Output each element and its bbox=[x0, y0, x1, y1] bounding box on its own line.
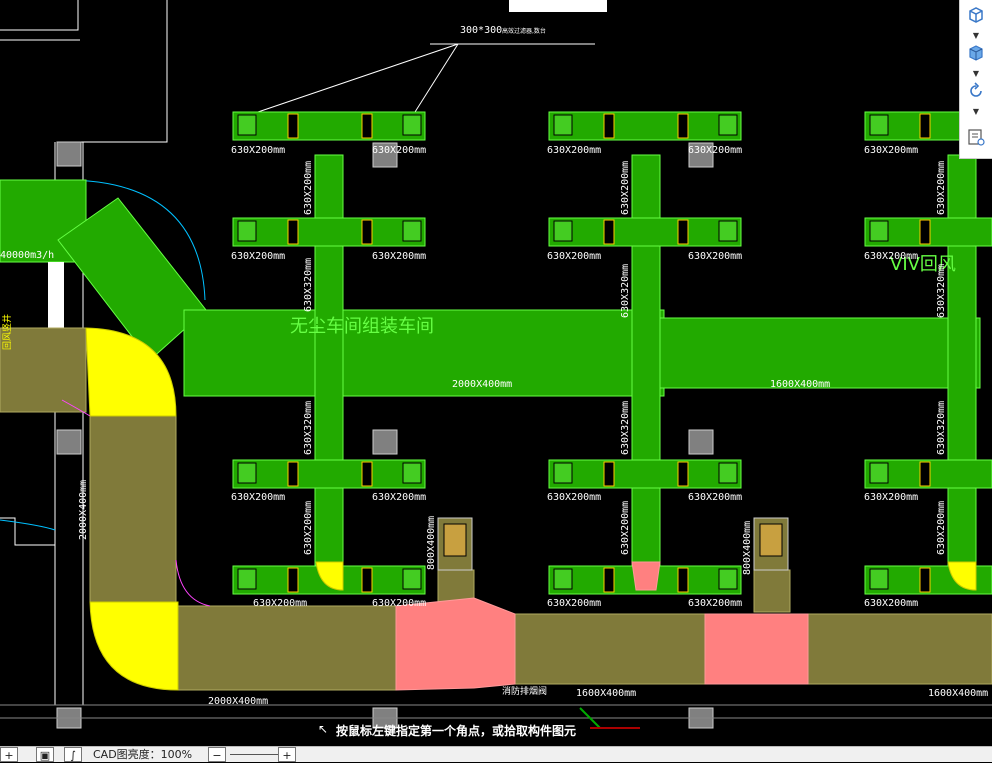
svg-text:630X200mm: 630X200mm bbox=[372, 251, 426, 262]
svg-text:630X320mm: 630X320mm bbox=[936, 401, 947, 455]
svg-text:630X200mm: 630X200mm bbox=[547, 598, 601, 609]
main-supply-duct-right[interactable] bbox=[659, 317, 981, 389]
properties-icon[interactable] bbox=[964, 126, 988, 148]
return-duct-size-right: 1600X400mm bbox=[928, 688, 988, 699]
draw-icon[interactable]: ∫ bbox=[64, 747, 82, 762]
room-label: 无尘车间组装车间 bbox=[290, 316, 434, 337]
svg-text:630X320mm: 630X320mm bbox=[936, 264, 947, 318]
svg-text:630X200mm: 630X200mm bbox=[372, 145, 426, 156]
svg-text:800X400mm: 800X400mm bbox=[742, 521, 753, 575]
svg-text:630X320mm: 630X320mm bbox=[620, 401, 631, 455]
status-bar: + ▣ ∫ CAD图亮度：100% − + bbox=[0, 746, 992, 762]
svg-text:630X200mm: 630X200mm bbox=[864, 492, 918, 503]
svg-text:630X200mm: 630X200mm bbox=[303, 501, 314, 555]
chevron-down-icon[interactable]: ▼ bbox=[972, 108, 980, 116]
flow-label: 40000m3/h bbox=[0, 250, 54, 261]
svg-text:630X200mm: 630X200mm bbox=[864, 145, 918, 156]
view-cube-icon[interactable] bbox=[964, 4, 988, 26]
svg-text:630X200mm: 630X200mm bbox=[688, 598, 742, 609]
title-block bbox=[509, 0, 607, 12]
zoom-in-button[interactable]: + bbox=[278, 747, 296, 762]
vertical-duct-size: 2000X400mm bbox=[78, 480, 89, 540]
annotation-filter: 300*300 bbox=[460, 25, 502, 36]
svg-text:630X200mm: 630X200mm bbox=[547, 251, 601, 262]
shaft-label: 回风竖井 bbox=[1, 314, 13, 350]
zoom-out-button[interactable]: − bbox=[208, 747, 226, 762]
main-duct-size-left: 2000X400mm bbox=[452, 379, 512, 390]
branch-duct-col2[interactable] bbox=[631, 154, 661, 566]
cad-height-label: CAD图亮度：100% bbox=[93, 748, 193, 761]
rotate-icon[interactable] bbox=[964, 80, 988, 102]
svg-text:630X200mm: 630X200mm bbox=[253, 598, 307, 609]
svg-text:630X200mm: 630X200mm bbox=[303, 161, 314, 215]
svg-text:630X200mm: 630X200mm bbox=[372, 598, 426, 609]
svg-text:630X200mm: 630X200mm bbox=[231, 492, 285, 503]
svg-text:630X200mm: 630X200mm bbox=[547, 145, 601, 156]
svg-text:630X200mm: 630X200mm bbox=[547, 492, 601, 503]
return-duct-size-mid: 1600X400mm bbox=[576, 688, 636, 699]
branch-duct-col3[interactable] bbox=[947, 154, 977, 566]
svg-text:630X320mm: 630X320mm bbox=[303, 401, 314, 455]
svg-text:630X200mm: 630X200mm bbox=[620, 161, 631, 215]
main-duct-size-right: 1600X400mm bbox=[770, 379, 830, 390]
svg-text:630X320mm: 630X320mm bbox=[303, 258, 314, 312]
annotation-filter-suffix: 高效过滤器,数台 bbox=[502, 27, 546, 35]
svg-text:630X200mm: 630X200mm bbox=[688, 492, 742, 503]
svg-text:630X200mm: 630X200mm bbox=[864, 598, 918, 609]
svg-text:630X200mm: 630X200mm bbox=[231, 251, 285, 262]
fire-damper-label: 消防排烟阀 bbox=[502, 685, 547, 697]
dropdown-icon[interactable]: + bbox=[0, 747, 18, 762]
brightness-slider[interactable] bbox=[230, 754, 278, 756]
chevron-down-icon[interactable]: ▼ bbox=[972, 70, 980, 78]
svg-text:630X200mm: 630X200mm bbox=[936, 501, 947, 555]
shaded-cube-icon[interactable] bbox=[964, 42, 988, 64]
command-prompt: 按鼠标左键指定第一个角点，或拾取构件图元 bbox=[336, 724, 577, 738]
cursor-icon: ↖ bbox=[318, 722, 329, 736]
chevron-down-icon[interactable]: ▼ bbox=[972, 32, 980, 40]
svg-text:630X200mm: 630X200mm bbox=[688, 145, 742, 156]
save-icon[interactable]: ▣ bbox=[36, 747, 54, 762]
svg-text:630X320mm: 630X320mm bbox=[620, 264, 631, 318]
svg-text:630X200mm: 630X200mm bbox=[372, 492, 426, 503]
svg-text:630X200mm: 630X200mm bbox=[688, 251, 742, 262]
view-toolbar: ▼ ▼ ▼ bbox=[959, 0, 992, 159]
svg-text:630X200mm: 630X200mm bbox=[620, 501, 631, 555]
svg-text:800X400mm: 800X400mm bbox=[426, 516, 437, 570]
svg-text:630X200mm: 630X200mm bbox=[231, 145, 285, 156]
branch-duct-col1[interactable] bbox=[314, 154, 344, 566]
svg-text:630X200mm: 630X200mm bbox=[936, 161, 947, 215]
return-duct-size-left: 2000X400mm bbox=[208, 696, 268, 707]
cad-drawing-canvas[interactable]: 300*300 高效过滤器,数台 无尘车间组装车间 40000m3/h 回风竖井… bbox=[0, 0, 992, 761]
svg-text:630X200mm: 630X200mm bbox=[864, 251, 918, 262]
